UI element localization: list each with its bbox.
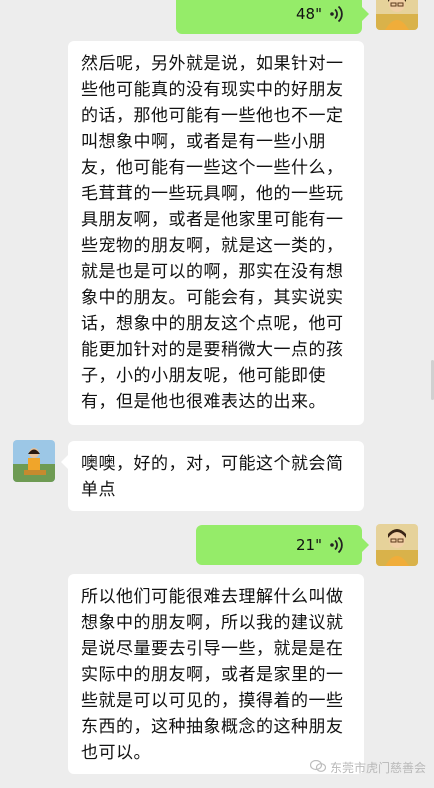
avatar-self[interactable]: [376, 524, 418, 566]
voice-duration: 48": [296, 5, 322, 23]
watermark: 东莞市虎门慈善会: [309, 759, 426, 776]
message-text: 所以他们可能很难去理解什么叫做想象中的朋友啊，所以我的建议就是说尽量要去引导一些…: [81, 587, 344, 763]
avatar-self[interactable]: [376, 0, 418, 30]
wechat-channel-icon: [309, 759, 327, 775]
avatar-other[interactable]: [13, 440, 55, 482]
voice-duration: 21": [296, 536, 322, 554]
text-message-received[interactable]: 所以他们可能很难去理解什么叫做想象中的朋友啊，所以我的建议就是说尽量要去引导一些…: [68, 574, 364, 774]
text-message-received[interactable]: 噢噢，好的，对，可能这个就会简单点: [61, 441, 364, 511]
voice-message-sent[interactable]: 21": [196, 525, 369, 565]
watermark-text: 东莞市虎门慈善会: [329, 761, 426, 775]
message-text: 然后呢，另外就是说，如果针对一些他可能真的没有现实中的好朋友的话，那他可能有一些…: [81, 54, 344, 412]
voice-message-sent[interactable]: 48": [176, 0, 369, 34]
voice-wave-icon: [330, 536, 344, 554]
text-message-received[interactable]: 然后呢，另外就是说，如果针对一些他可能真的没有现实中的好朋友的话，那他可能有一些…: [68, 41, 364, 425]
voice-wave-icon: [330, 5, 344, 23]
message-text: 噢噢，好的，对，可能这个就会简单点: [81, 454, 344, 500]
